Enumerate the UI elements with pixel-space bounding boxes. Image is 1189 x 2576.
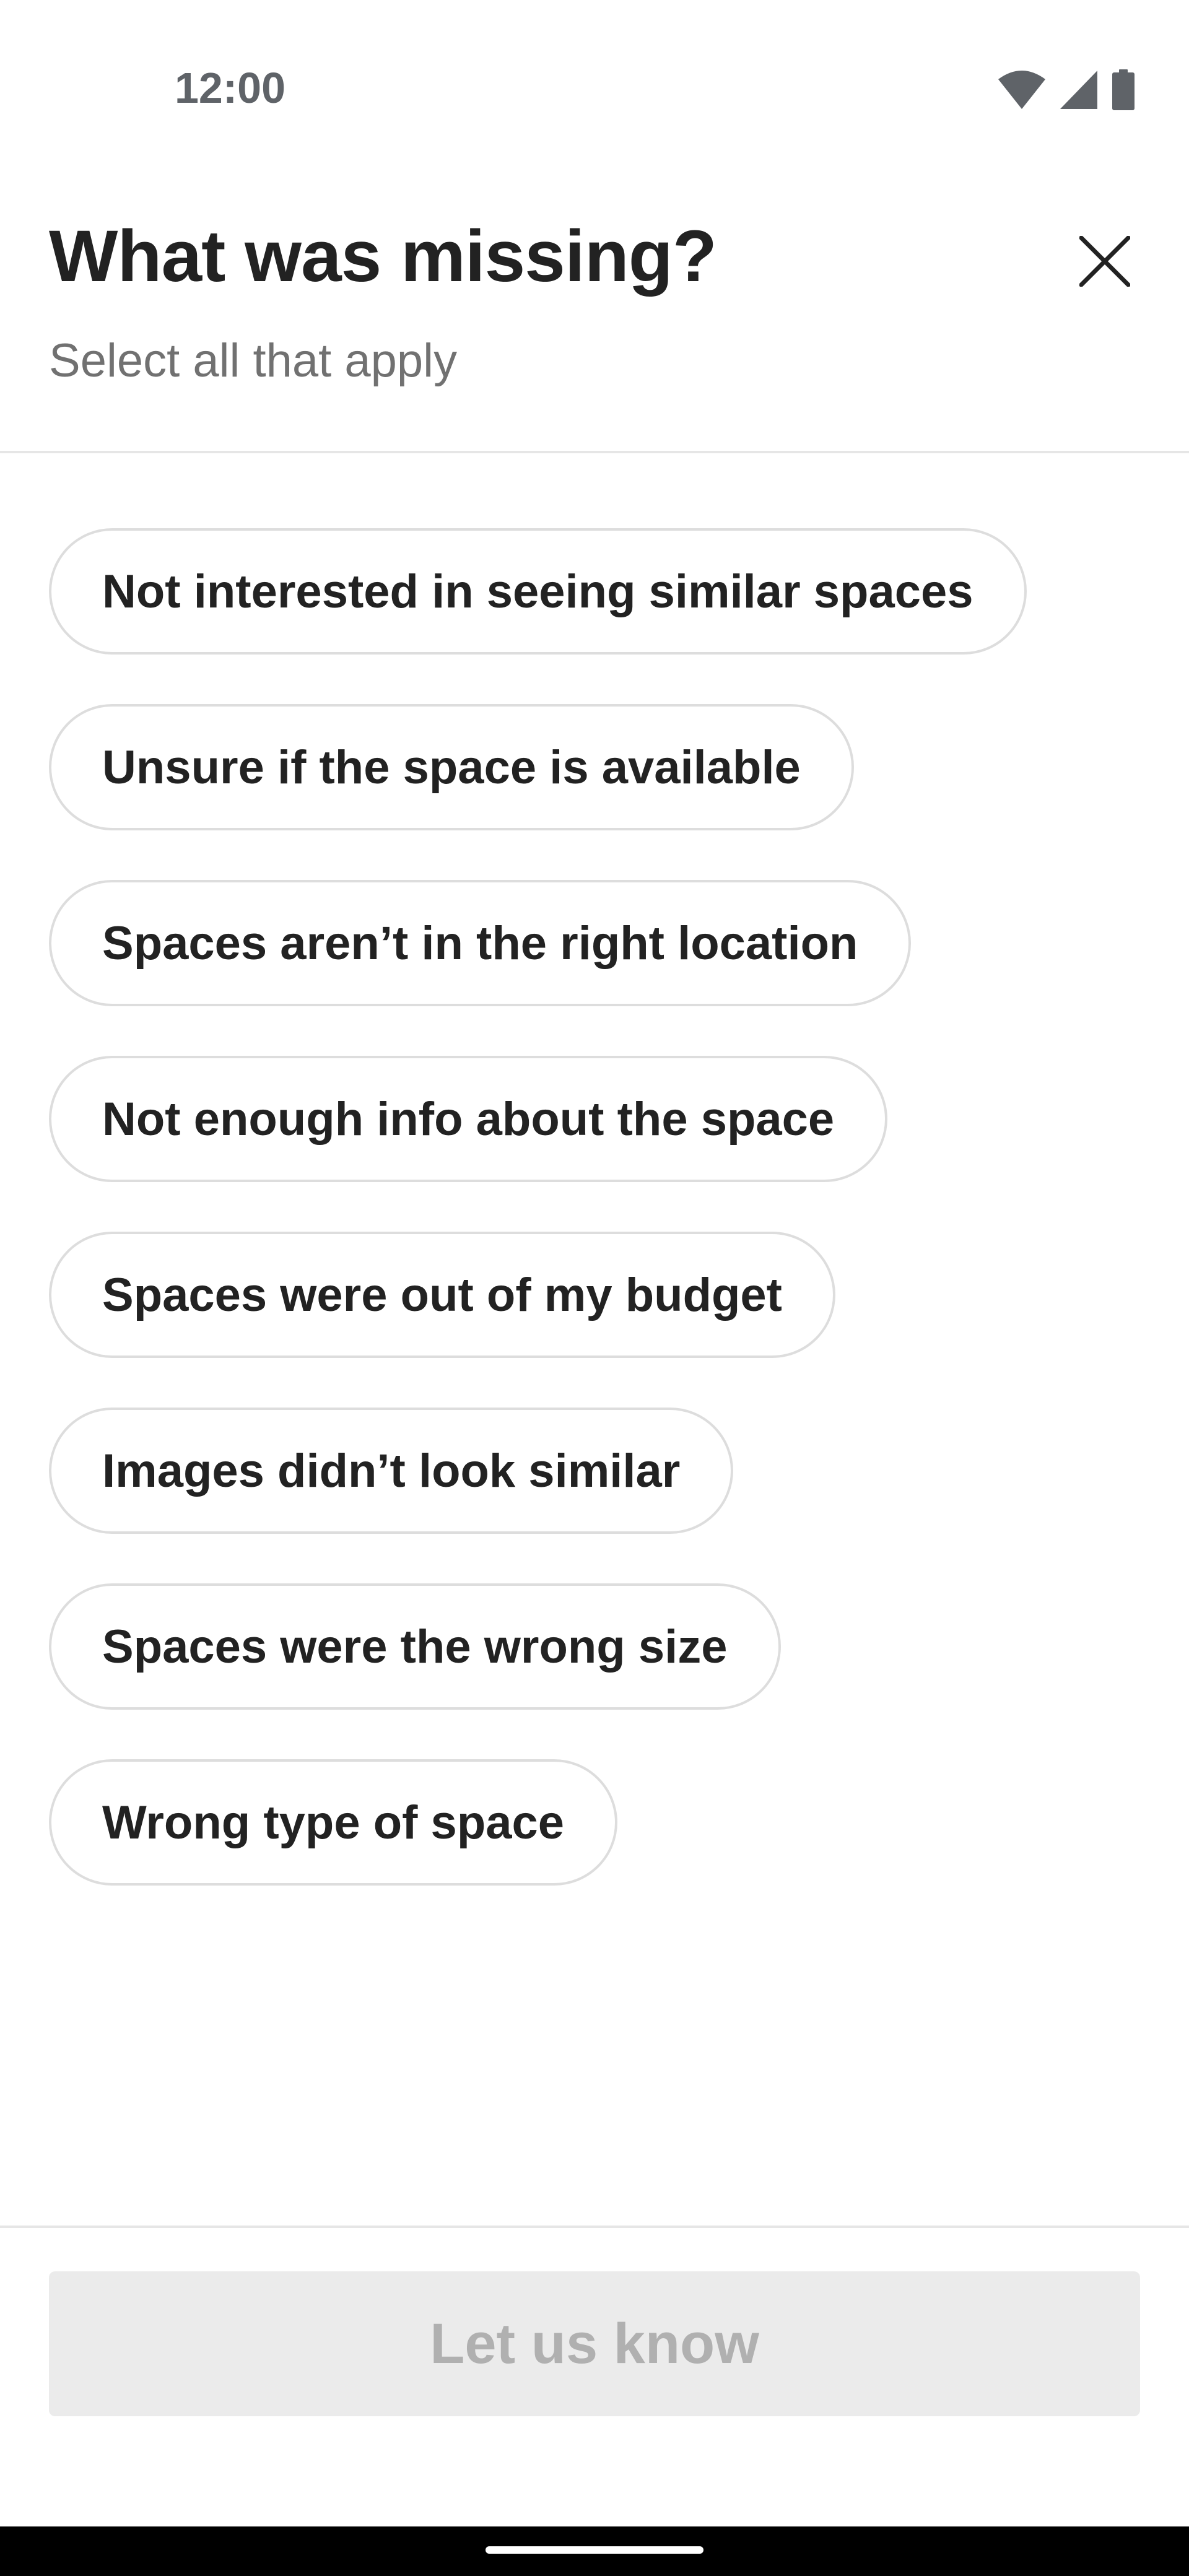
- home-indicator[interactable]: [486, 2546, 703, 2554]
- navigation-bar: [0, 2526, 1189, 2576]
- battery-icon: [1112, 69, 1135, 110]
- header-divider: [0, 451, 1189, 453]
- status-time: 12:00: [175, 64, 286, 112]
- option-chip[interactable]: Unsure if the space is available: [49, 704, 854, 830]
- option-chip[interactable]: Not interested in seeing similar spaces: [49, 528, 1027, 655]
- page-title: What was missing?: [49, 215, 717, 297]
- status-icons: [998, 68, 1135, 111]
- wifi-icon: [998, 71, 1045, 109]
- close-button[interactable]: [1066, 224, 1143, 301]
- option-chip[interactable]: Spaces aren’t in the right location: [49, 880, 912, 1006]
- status-bar: 12:00: [0, 0, 1189, 149]
- let-us-know-button[interactable]: Let us know: [49, 2271, 1140, 2416]
- close-icon: [1079, 235, 1131, 290]
- option-chip[interactable]: Spaces were the wrong size: [49, 1583, 781, 1710]
- option-chip[interactable]: Spaces were out of my budget: [49, 1232, 835, 1358]
- options-list: Not interested in seeing similar spaces …: [49, 528, 1027, 1886]
- option-chip[interactable]: Images didn’t look similar: [49, 1408, 734, 1534]
- option-chip[interactable]: Wrong type of space: [49, 1759, 618, 1886]
- signal-icon: [1060, 71, 1097, 109]
- page-subtitle: Select all that apply: [49, 334, 458, 387]
- sheet-footer: Let us know: [0, 2228, 1189, 2526]
- option-chip[interactable]: Not enough info about the space: [49, 1056, 888, 1182]
- sheet-header: What was missing? Select all that apply: [0, 149, 1189, 452]
